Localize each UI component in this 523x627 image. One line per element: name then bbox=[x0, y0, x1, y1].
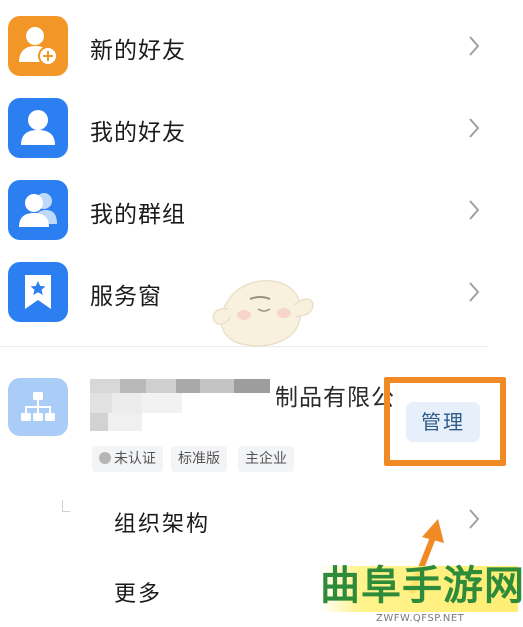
chevron-right-icon bbox=[469, 282, 480, 302]
menu-label: 我的好友 bbox=[90, 120, 186, 146]
company-name: 制品有限公 bbox=[275, 385, 395, 411]
tag-unverified: 未认证 bbox=[92, 446, 163, 472]
menu-item-my-friends[interactable]: 我的好友 bbox=[0, 86, 523, 168]
chevron-right-icon bbox=[469, 36, 480, 56]
menu-item-my-groups[interactable]: 我的群组 bbox=[0, 168, 523, 250]
menu-label: 组织架构 bbox=[114, 512, 211, 537]
chevron-right-icon bbox=[469, 200, 480, 220]
menu-label: 更多 bbox=[114, 582, 163, 607]
menu-label: 我的群组 bbox=[90, 202, 186, 228]
tag-main-enterprise: 主企业 bbox=[238, 446, 294, 472]
mascot-sticker bbox=[212, 279, 314, 347]
menu-label: 新的好友 bbox=[90, 38, 186, 64]
org-chart-icon bbox=[8, 378, 68, 436]
person-icon bbox=[8, 98, 68, 158]
group-icon bbox=[8, 180, 68, 240]
manage-button[interactable]: 管理 bbox=[406, 402, 480, 442]
watermark-logo: 曲阜手游网 bbox=[320, 562, 523, 609]
info-icon bbox=[99, 452, 111, 464]
chevron-right-icon bbox=[469, 509, 480, 529]
menu-item-new-friends[interactable]: 新的好友 bbox=[0, 4, 523, 86]
tag-standard-edition: 标准版 bbox=[171, 446, 227, 472]
add-contact-icon bbox=[8, 16, 68, 76]
bookmark-star-icon bbox=[8, 262, 68, 322]
chevron-right-icon bbox=[469, 118, 480, 138]
watermark-url: ZWFW.QFSP.NET bbox=[376, 613, 465, 624]
blurred-company-name bbox=[90, 379, 270, 431]
menu-label: 服务窗 bbox=[90, 284, 162, 310]
